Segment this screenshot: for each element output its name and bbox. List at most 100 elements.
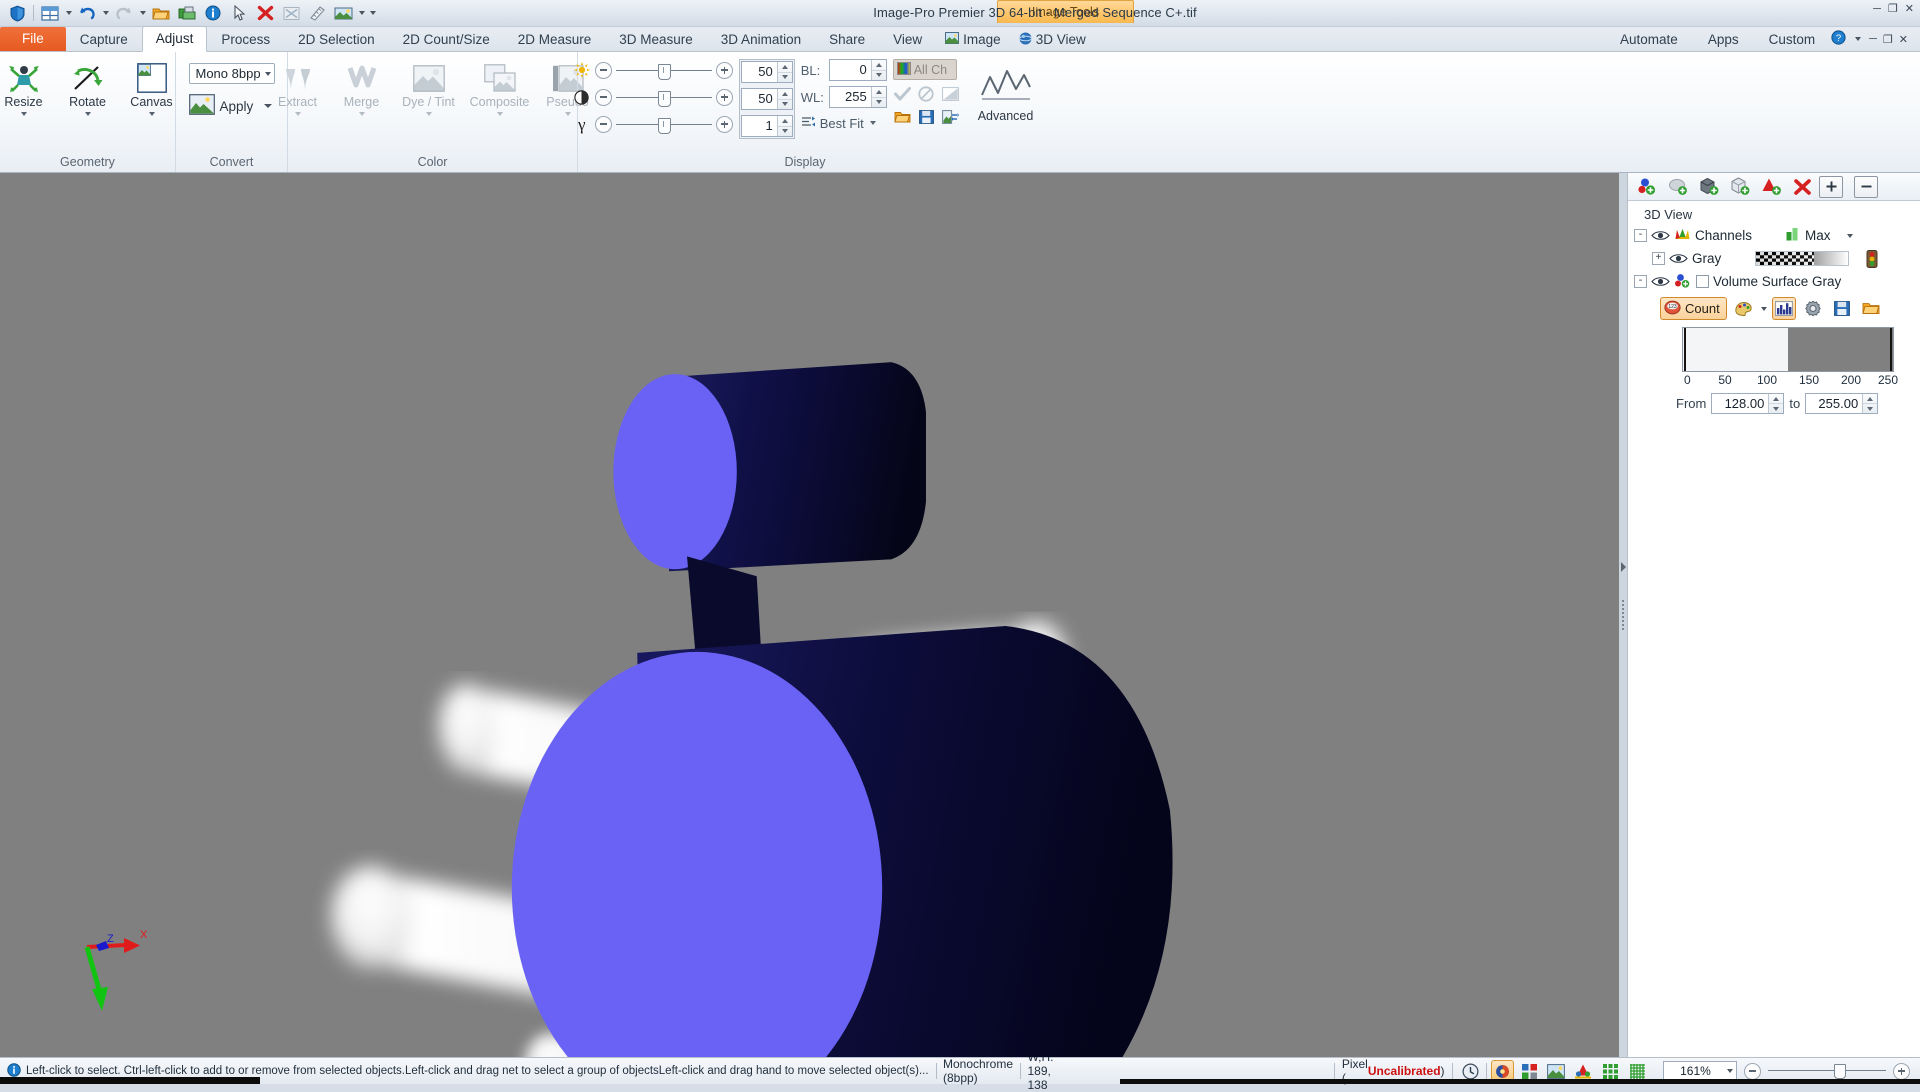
gamma-spinbox[interactable]: 1: [741, 115, 793, 137]
composite-button[interactable]: Composite: [465, 57, 535, 117]
ribbon-restore-button[interactable]: ❐: [1883, 33, 1893, 46]
gray-traffic-icon[interactable]: [1865, 250, 1879, 268]
ribbon-close-button[interactable]: ✕: [1899, 33, 1908, 46]
tab-capture[interactable]: Capture: [66, 27, 142, 51]
best-fit-dropdown-caret[interactable]: [870, 121, 876, 125]
channels-expander[interactable]: -: [1634, 229, 1647, 242]
histogram-plot[interactable]: [1682, 327, 1894, 372]
dye-tint-button[interactable]: Dye / Tint: [395, 57, 463, 117]
gamma-spin-down[interactable]: [778, 127, 792, 137]
pointer-icon[interactable]: [226, 1, 252, 25]
brightness-spin-up[interactable]: [778, 62, 792, 73]
customize-icon[interactable]: [367, 1, 378, 25]
histogram-low-handle[interactable]: [1684, 328, 1686, 371]
to-spinbox[interactable]: 255.00: [1805, 393, 1878, 414]
palette-dropdown-caret[interactable]: [1761, 307, 1767, 311]
app-logo-icon[interactable]: [4, 1, 30, 25]
splitter-collapse-arrow[interactable]: [1621, 562, 1626, 572]
zoom-slider-thumb[interactable]: [1834, 1064, 1846, 1079]
contrast-spin-down[interactable]: [778, 100, 792, 110]
tab-2d-measure[interactable]: 2D Measure: [504, 27, 606, 51]
format-combo[interactable]: Mono 8bpp: [189, 63, 275, 84]
volume-surface-checkbox[interactable]: [1696, 275, 1709, 288]
load-lut-icon[interactable]: [893, 107, 912, 126]
pseudo-dropdown-caret[interactable]: [565, 112, 571, 116]
composite-dropdown-caret[interactable]: [497, 112, 503, 116]
wl-spin-down[interactable]: [872, 98, 886, 108]
merge-dropdown-caret[interactable]: [359, 112, 365, 116]
tab-share[interactable]: Share: [815, 27, 879, 51]
tab-apps[interactable]: Apps: [1694, 27, 1753, 51]
add-object-icon[interactable]: [1633, 174, 1661, 199]
brightness-increase-button[interactable]: [716, 62, 733, 79]
gray-lut-strip[interactable]: [1755, 251, 1849, 266]
add-clip-icon[interactable]: [1695, 174, 1723, 199]
shuffle-icon[interactable]: [278, 1, 304, 25]
help-dropdown-arrow[interactable]: [1852, 27, 1863, 51]
layout-icon[interactable]: [37, 1, 63, 25]
tree-node-volume-surface[interactable]: - Volume Surface Gray: [1634, 270, 1914, 293]
rotate-dropdown-caret[interactable]: [85, 112, 91, 116]
restore-button[interactable]: ❐: [1888, 3, 1898, 15]
delete-object-icon[interactable]: [1788, 174, 1816, 199]
contrast-slider-track[interactable]: [616, 90, 712, 105]
tab-2d-selection[interactable]: 2D Selection: [284, 27, 389, 51]
histogram-high-handle[interactable]: [1890, 328, 1892, 371]
settings-button[interactable]: [1801, 297, 1825, 320]
channel-combo[interactable]: All Ch: [893, 59, 957, 80]
volume-surface-expander[interactable]: -: [1634, 275, 1647, 288]
tree-node-channels[interactable]: - Channels Max: [1634, 224, 1914, 247]
contrast-slider-thumb[interactable]: [658, 91, 671, 107]
zoom-out-button[interactable]: [1744, 1063, 1761, 1080]
to-spin-down[interactable]: [1863, 404, 1877, 413]
apply-button[interactable]: Apply: [189, 94, 275, 118]
add-cone-icon[interactable]: [1757, 174, 1785, 199]
apply-check-icon[interactable]: [893, 84, 912, 103]
tab-adjust[interactable]: Adjust: [142, 26, 208, 52]
histogram-button[interactable]: [1772, 297, 1796, 320]
gamma-decrease-button[interactable]: [595, 116, 612, 133]
dye-tint-dropdown-caret[interactable]: [426, 112, 432, 116]
gamma-spin-up[interactable]: [778, 116, 792, 127]
save-all-icon[interactable]: [174, 1, 200, 25]
gray-expander[interactable]: +: [1652, 252, 1665, 265]
image-dropdown-arrow[interactable]: [356, 1, 367, 25]
ramp-icon[interactable]: [941, 84, 960, 103]
gamma-slider-thumb[interactable]: [658, 118, 671, 134]
brightness-spin-down[interactable]: [778, 73, 792, 83]
to-spin-up[interactable]: [1863, 394, 1877, 404]
minimize-button[interactable]: ─: [1873, 3, 1881, 15]
brightness-spinbox[interactable]: 50: [741, 61, 793, 83]
redo-icon[interactable]: [111, 1, 137, 25]
gamma-slider-track[interactable]: [616, 117, 712, 132]
contrast-spin-up[interactable]: [778, 89, 792, 100]
collapse-all-icon[interactable]: [1854, 176, 1878, 198]
panel-splitter[interactable]: [1619, 173, 1627, 1057]
redo-dropdown-arrow[interactable]: [137, 1, 148, 25]
ribbon-minimize-button[interactable]: ─: [1869, 33, 1877, 45]
projection-dropdown-caret[interactable]: [1847, 234, 1853, 238]
contrast-spinbox[interactable]: 50: [741, 88, 793, 110]
contrast-decrease-button[interactable]: [595, 89, 612, 106]
best-fit-button[interactable]: Best Fit: [801, 113, 887, 133]
add-surface-icon[interactable]: [1664, 174, 1692, 199]
projection-combo[interactable]: Max: [1786, 227, 1853, 244]
contrast-increase-button[interactable]: [716, 89, 733, 106]
load-button[interactable]: [1859, 297, 1883, 320]
volume-surface-visibility-icon[interactable]: [1651, 275, 1670, 289]
canvas-button[interactable]: Canvas: [121, 57, 183, 117]
resize-dropdown-caret[interactable]: [21, 112, 27, 116]
layout-dropdown-arrow[interactable]: [63, 1, 74, 25]
tab-automate[interactable]: Automate: [1606, 27, 1692, 51]
from-spinbox[interactable]: 128.00: [1711, 393, 1784, 414]
zoom-slider-track[interactable]: [1768, 1064, 1886, 1078]
from-spin-down[interactable]: [1769, 404, 1783, 413]
tab-view[interactable]: View: [879, 27, 936, 51]
rotate-button[interactable]: Rotate: [57, 57, 119, 117]
extract-dropdown-caret[interactable]: [295, 112, 301, 116]
wl-spin-up[interactable]: [872, 87, 886, 98]
add-volume-icon[interactable]: [1726, 174, 1754, 199]
zoom-dropdown-caret[interactable]: [1727, 1069, 1733, 1073]
save-lut-icon[interactable]: [917, 107, 936, 126]
gamma-increase-button[interactable]: [716, 116, 733, 133]
